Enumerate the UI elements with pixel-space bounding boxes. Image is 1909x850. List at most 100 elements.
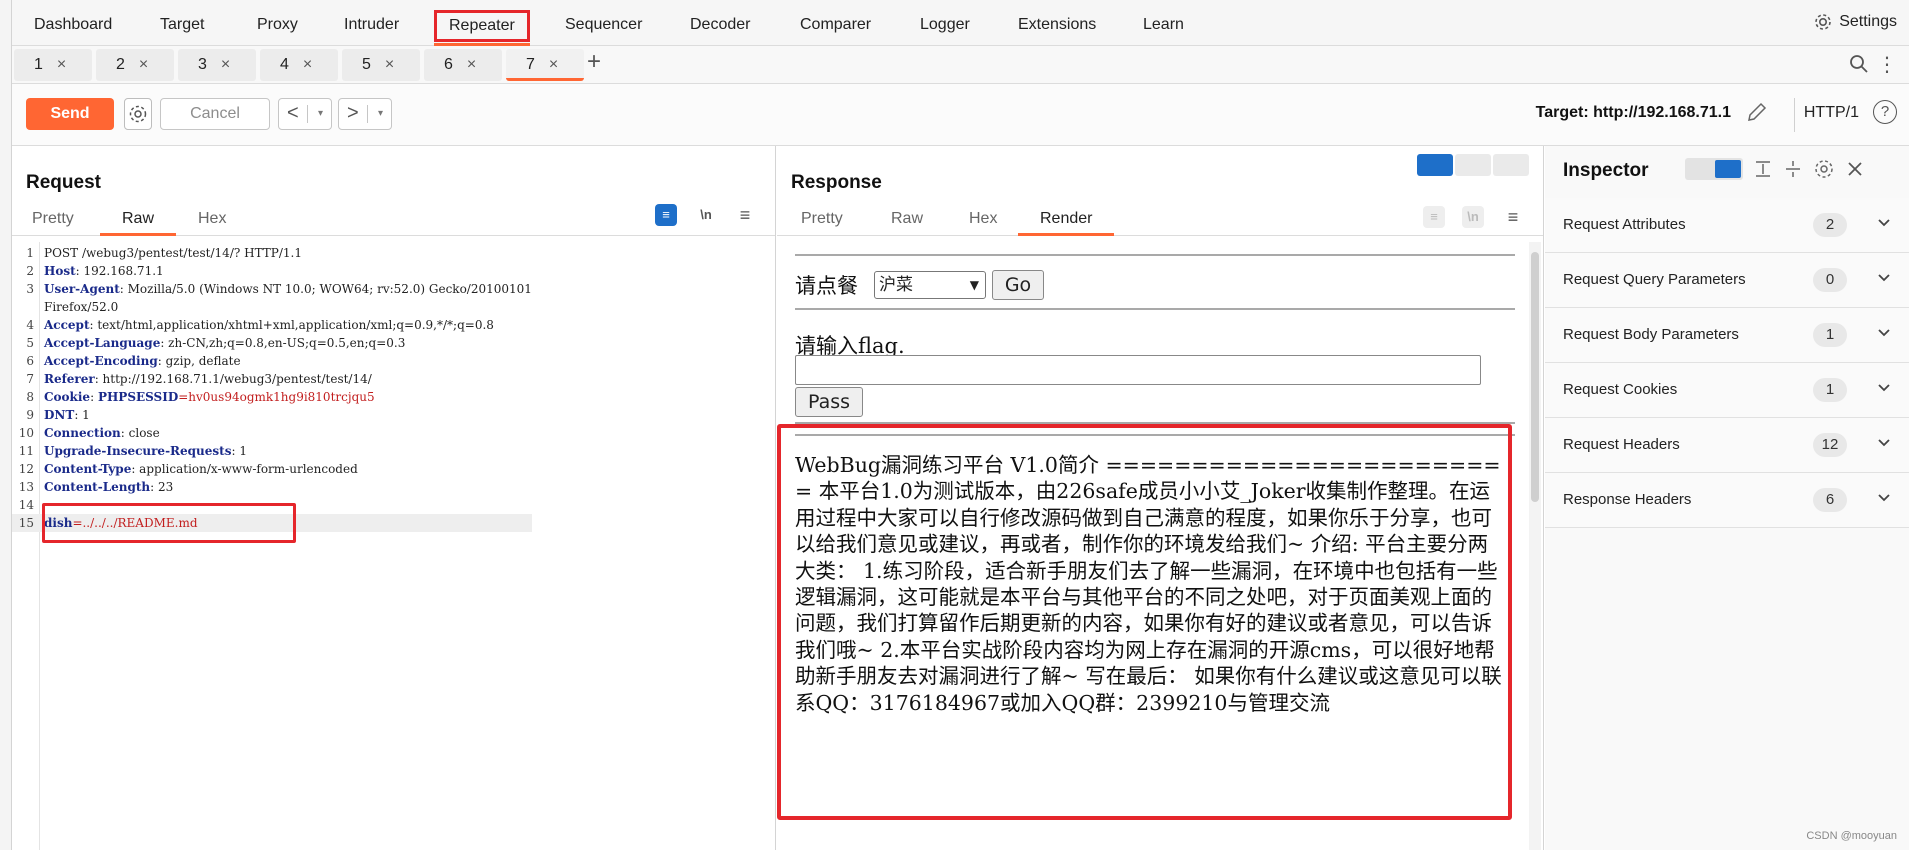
request-editor[interactable]: 1 POST /webug3/pentest/test/14/? HTTP/1.1…: [12, 242, 774, 850]
scrollbar-thumb[interactable]: [1531, 252, 1539, 502]
nav-sequencer[interactable]: Sequencer: [565, 10, 642, 40]
code-line[interactable]: Firefox/52.0: [12, 298, 532, 316]
response-pane: Response Pretty Raw Hex Render ≡ \n ≡ 请点…: [777, 146, 1544, 850]
tab-render[interactable]: Render: [1017, 210, 1116, 236]
code-line[interactable]: 1 POST /webug3/pentest/test/14/? HTTP/1.1: [12, 244, 532, 262]
close-icon[interactable]: ×: [221, 56, 230, 73]
cancel-button[interactable]: Cancel: [160, 98, 270, 130]
repeater-tab[interactable]: 4 ×: [260, 49, 338, 81]
back-button[interactable]: < ▾: [278, 98, 332, 130]
chevron-down-icon[interactable]: [1875, 214, 1893, 232]
go-button[interactable]: Go: [992, 270, 1044, 300]
code-line[interactable]: 10 Connection: close: [12, 424, 532, 442]
inspector-section[interactable]: Request Query Parameters 0: [1545, 253, 1909, 308]
code-line[interactable]: 13 Content-Length: 23: [12, 478, 532, 496]
code-line[interactable]: 4 Accept: text/html,application/xhtml+xml…: [12, 316, 532, 334]
nav-comparer[interactable]: Comparer: [800, 10, 871, 40]
line-number: 1: [26, 246, 34, 260]
expand-icon[interactable]: [1753, 159, 1773, 179]
pass-button[interactable]: Pass: [795, 387, 863, 417]
tab-pretty[interactable]: Pretty: [801, 210, 843, 228]
edit-target-icon[interactable]: [1745, 100, 1769, 124]
nav-proxy[interactable]: Proxy: [257, 10, 298, 40]
inspector-section[interactable]: Request Headers 12: [1545, 418, 1909, 473]
tab-label: 6: [444, 56, 453, 73]
code-line[interactable]: 9 DNT: 1: [12, 406, 532, 424]
inspector-section[interactable]: Response Headers 6: [1545, 473, 1909, 528]
code-line[interactable]: 3 User-Agent: Mozilla/5.0 (Windows NT 10.…: [12, 280, 532, 298]
close-icon[interactable]: ×: [139, 56, 148, 73]
code-line[interactable]: 2 Host: 192.168.71.1: [12, 262, 532, 280]
close-icon[interactable]: ×: [303, 56, 312, 73]
close-icon[interactable]: ×: [467, 56, 476, 73]
vertical-scrollbar[interactable]: [1529, 242, 1541, 850]
nav-repeater[interactable]: Repeater: [434, 10, 530, 46]
code-line[interactable]: 12 Content-Type: application/x-www-form-u…: [12, 460, 532, 478]
close-icon[interactable]: ×: [549, 56, 558, 73]
code-line[interactable]: 7 Referer: http://192.168.71.1/webug3/pen…: [12, 370, 532, 388]
chevron-down-icon[interactable]: [1875, 269, 1893, 287]
code-line[interactable]: 8 Cookie: PHPSESSID=hv0us94ogmk1hg9i810tr…: [12, 388, 532, 406]
chevron-down-icon[interactable]: [1875, 379, 1893, 397]
tab-label: 4: [280, 56, 289, 73]
nav-learn[interactable]: Learn: [1143, 10, 1184, 40]
repeater-tab[interactable]: 6 ×: [424, 49, 502, 81]
layout-stacked-button[interactable]: [1455, 154, 1491, 176]
repeater-tab-active[interactable]: 7 ×: [506, 49, 584, 81]
tab-raw[interactable]: Raw: [891, 210, 923, 228]
line-number: 9: [26, 408, 34, 422]
gear-icon[interactable]: [1813, 158, 1835, 180]
http-version-selector[interactable]: HTTP/1: [1804, 104, 1859, 122]
nav-dashboard[interactable]: Dashboard: [34, 10, 112, 40]
menu-icon[interactable]: ≡: [1502, 206, 1524, 228]
word-wrap-icon[interactable]: ≡: [655, 204, 677, 226]
newline-toggle[interactable]: \n: [695, 204, 717, 226]
close-icon[interactable]: ×: [385, 56, 394, 73]
repeater-tab[interactable]: 1 ×: [14, 49, 92, 81]
chevron-down-icon[interactable]: [1875, 434, 1893, 452]
header-name: User-Agent: [44, 282, 120, 296]
add-tab-button[interactable]: +: [587, 48, 601, 76]
chevron-down-icon[interactable]: ▾: [318, 100, 323, 128]
tab-hex[interactable]: Hex: [198, 210, 226, 228]
nav-extensions[interactable]: Extensions: [1018, 10, 1096, 40]
menu-icon[interactable]: ≡: [734, 204, 756, 226]
more-options-icon[interactable]: ⋮: [1877, 52, 1897, 77]
highlight-box: [777, 424, 1512, 820]
send-options-button[interactable]: [124, 98, 152, 130]
inspector-section[interactable]: Request Cookies 1: [1545, 363, 1909, 418]
inspector-section[interactable]: Request Body Parameters 1: [1545, 308, 1909, 363]
nav-target[interactable]: Target: [160, 10, 204, 40]
flag-input[interactable]: [795, 355, 1481, 385]
code-line[interactable]: 5 Accept-Language: zh-CN,zh;q=0.8,en-US;q…: [12, 334, 532, 352]
newline-toggle: \n: [1462, 206, 1484, 228]
forward-button[interactable]: > ▾: [338, 98, 392, 130]
tab-hex[interactable]: Hex: [969, 210, 997, 228]
settings-button[interactable]: Settings: [1813, 12, 1897, 32]
chevron-down-icon[interactable]: ▾: [378, 100, 383, 128]
chevron-down-icon[interactable]: [1875, 324, 1893, 342]
code-line[interactable]: 11 Upgrade-Insecure-Requests: 1: [12, 442, 532, 460]
send-button[interactable]: Send: [26, 98, 114, 130]
tab-raw[interactable]: Raw: [99, 210, 177, 236]
repeater-tab[interactable]: 2 ×: [96, 49, 174, 81]
code-line[interactable]: 6 Accept-Encoding: gzip, deflate: [12, 352, 532, 370]
nav-decoder[interactable]: Decoder: [690, 10, 750, 40]
close-icon[interactable]: [1845, 159, 1865, 179]
search-icon[interactable]: [1849, 54, 1869, 74]
repeater-tab[interactable]: 5 ×: [342, 49, 420, 81]
collapse-icon[interactable]: [1783, 159, 1803, 179]
nav-intruder[interactable]: Intruder: [344, 10, 399, 40]
close-icon[interactable]: ×: [57, 56, 66, 73]
nav-logger[interactable]: Logger: [920, 10, 970, 40]
tab-pretty[interactable]: Pretty: [32, 210, 74, 228]
layout-tabs-button[interactable]: [1493, 154, 1529, 176]
dish-select[interactable]: 沪菜 ▼: [874, 271, 986, 299]
chevron-down-icon[interactable]: [1875, 489, 1893, 507]
help-icon[interactable]: ?: [1873, 100, 1897, 124]
inspector-section[interactable]: Request Attributes 2: [1545, 198, 1909, 253]
layout-side-by-side-button[interactable]: [1417, 154, 1453, 176]
repeater-tab[interactable]: 3 ×: [178, 49, 256, 81]
inspector-layout-toggle[interactable]: [1685, 158, 1743, 180]
header-value: : 1: [231, 444, 247, 458]
